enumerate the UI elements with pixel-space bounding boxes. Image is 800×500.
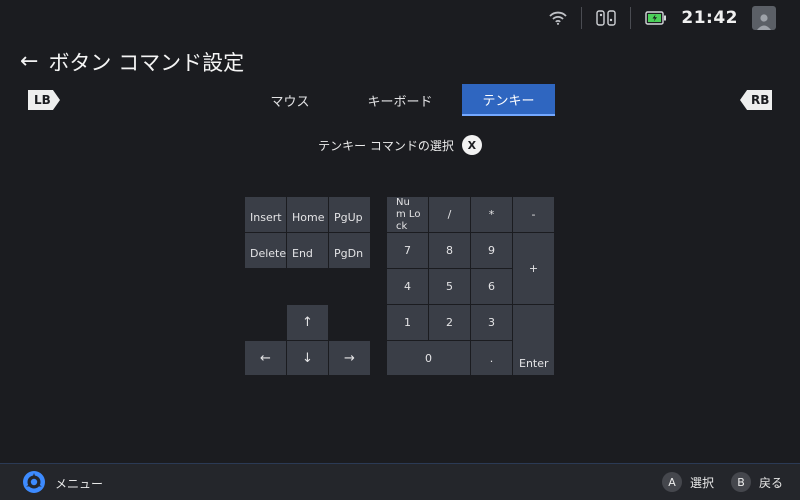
clock: 21:42 — [681, 8, 738, 28]
x-button-glyph[interactable]: X — [461, 135, 482, 155]
key-7[interactable]: 7 — [387, 233, 428, 268]
key-home[interactable]: Home — [287, 197, 328, 232]
key-6[interactable]: 6 — [471, 269, 512, 304]
tab-numpad[interactable]: テンキー — [462, 84, 555, 116]
key-multiply[interactable]: * — [471, 197, 512, 232]
key-pgdn[interactable]: PgDn — [329, 233, 370, 268]
section-heading: テンキー コマンドの選択 X — [0, 135, 800, 155]
key-9[interactable]: 9 — [471, 233, 512, 268]
key-minus[interactable]: - — [513, 197, 554, 232]
key-0[interactable]: 0 — [387, 341, 470, 375]
key-1[interactable]: 1 — [387, 305, 428, 340]
hint-b-label: 戻る — [759, 475, 784, 490]
key-delete[interactable]: Delete — [245, 233, 286, 268]
b-button-glyph: B — [731, 472, 751, 492]
menu-logo-icon[interactable] — [22, 470, 46, 494]
hint-a-select[interactable]: A 選択 — [662, 472, 714, 492]
key-numlock[interactable]: Nu m Lo ck — [387, 197, 428, 232]
menu-label[interactable]: メニュー — [55, 475, 103, 492]
hint-b-back[interactable]: B 戻る — [731, 472, 783, 492]
tab-keyboard[interactable]: キーボード — [355, 84, 445, 116]
key-arrow-left[interactable]: ← — [245, 341, 286, 375]
footer-divider — [0, 463, 800, 464]
page-header: ← ボタン コマンド設定 — [20, 47, 244, 77]
a-button-glyph: A — [662, 472, 682, 492]
status-bar: 21:42 — [549, 0, 800, 36]
key-arrow-down[interactable]: ↓ — [287, 341, 328, 375]
key-arrow-up[interactable]: ↑ — [287, 305, 328, 340]
key-2[interactable]: 2 — [429, 305, 470, 340]
key-8[interactable]: 8 — [429, 233, 470, 268]
key-end[interactable]: End — [287, 233, 328, 268]
hint-a-label: 選択 — [690, 475, 715, 490]
footer-bar: メニュー A 選択 B 戻る — [0, 463, 800, 500]
key-divide[interactable]: / — [429, 197, 470, 232]
lb-bumper-button[interactable]: LB — [28, 90, 60, 110]
key-enter[interactable]: Enter — [513, 305, 554, 375]
key-insert[interactable]: Insert — [245, 197, 286, 232]
status-divider — [581, 7, 583, 29]
back-arrow-icon[interactable]: ← — [20, 51, 38, 73]
controller-icon — [596, 10, 617, 26]
wifi-icon — [549, 11, 568, 25]
key-4[interactable]: 4 — [387, 269, 428, 304]
user-avatar[interactable] — [752, 6, 776, 30]
key-pgup[interactable]: PgUp — [329, 197, 370, 232]
battery-charging-icon — [645, 11, 667, 25]
section-heading-text: テンキー コマンドの選択 — [318, 138, 454, 153]
key-3[interactable]: 3 — [471, 305, 512, 340]
key-decimal[interactable]: . — [471, 341, 512, 375]
tab-mouse[interactable]: マウス — [248, 84, 332, 116]
status-divider — [630, 7, 632, 29]
key-plus[interactable]: + — [513, 233, 554, 304]
rb-bumper-button[interactable]: RB — [740, 90, 772, 110]
user-icon — [757, 14, 771, 30]
page-title: ボタン コマンド設定 — [48, 51, 245, 75]
key-arrow-right[interactable]: → — [329, 341, 370, 375]
key-5[interactable]: 5 — [429, 269, 470, 304]
